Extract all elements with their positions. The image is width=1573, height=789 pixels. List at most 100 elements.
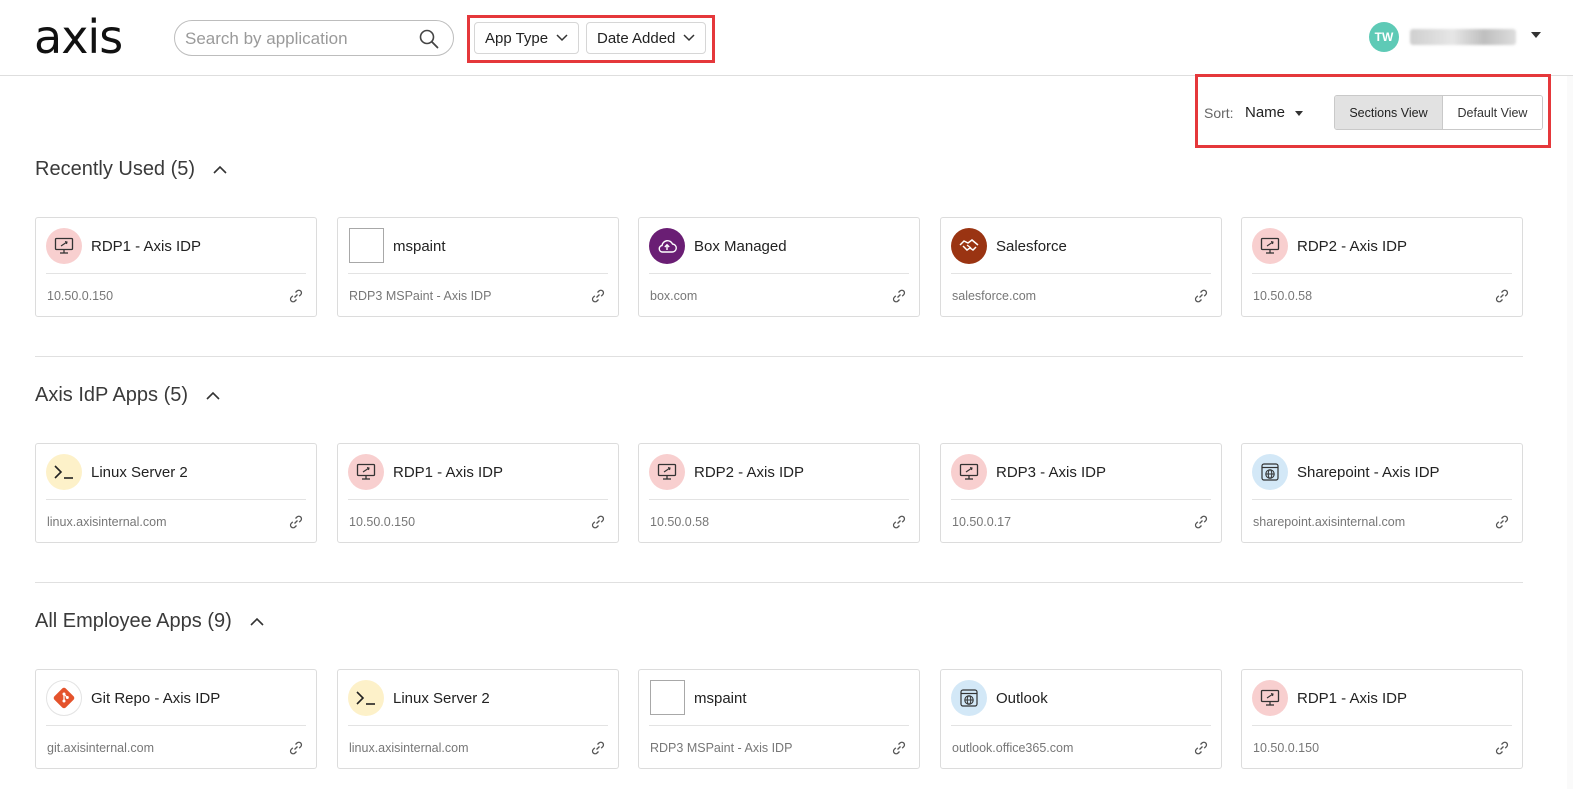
card-divider xyxy=(1252,499,1512,500)
search-input[interactable] xyxy=(185,27,415,51)
chevron-up-icon[interactable] xyxy=(202,385,224,407)
date-added-filter[interactable]: Date Added xyxy=(586,22,707,54)
app-type-filter-label: App Type xyxy=(485,29,549,47)
app-card[interactable]: Outlook outlook.office365.com xyxy=(940,669,1222,769)
app-card[interactable]: RDP3 - Axis IDP 10.50.0.17 xyxy=(940,443,1222,543)
section-header[interactable]: Axis IdP Apps (5) xyxy=(35,384,224,407)
rdp-monitor-icon xyxy=(951,454,987,490)
link-icon[interactable] xyxy=(891,740,907,756)
avatar[interactable]: TW xyxy=(1369,22,1399,52)
cloud-upload-icon xyxy=(649,228,685,264)
link-icon[interactable] xyxy=(590,288,606,304)
app-card-name: RDP2 - Axis IDP xyxy=(694,464,805,481)
link-icon[interactable] xyxy=(590,514,606,530)
app-card-name: Outlook xyxy=(996,690,1048,707)
search-box xyxy=(174,20,454,56)
app-card[interactable]: RDP2 - Axis IDP 10.50.0.58 xyxy=(1241,217,1523,317)
app-card[interactable]: Salesforce salesforce.com xyxy=(940,217,1222,317)
link-icon[interactable] xyxy=(1193,288,1209,304)
axis-logo[interactable]: axis xyxy=(34,12,123,62)
app-card-url: 10.50.0.58 xyxy=(650,515,710,529)
card-divider xyxy=(348,725,608,726)
app-card[interactable]: Git Repo - Axis IDP git.axisinternal.com xyxy=(35,669,317,769)
chevron-up-icon[interactable] xyxy=(246,611,268,633)
card-divider xyxy=(46,499,306,500)
app-card-url: sharepoint.axisinternal.com xyxy=(1253,515,1406,529)
card-divider xyxy=(46,725,306,726)
rdp-monitor-icon xyxy=(348,454,384,490)
link-icon[interactable] xyxy=(1494,740,1510,756)
app-card[interactable]: Box Managed box.com xyxy=(638,217,920,317)
card-divider xyxy=(348,499,608,500)
date-added-filter-label: Date Added xyxy=(597,29,676,47)
rdp-monitor-icon xyxy=(649,454,685,490)
app-card-name: Linux Server 2 xyxy=(393,690,490,707)
broken-image-icon xyxy=(349,228,384,263)
card-divider xyxy=(348,273,608,274)
link-icon[interactable] xyxy=(1193,740,1209,756)
card-divider xyxy=(649,499,909,500)
section-header[interactable]: Recently Used (5) xyxy=(35,158,231,181)
view-toggle: Sections View Default View xyxy=(1334,95,1543,130)
app-card-url: salesforce.com xyxy=(952,289,1037,303)
section-title: Axis IdP Apps (5) xyxy=(35,384,189,406)
caret-down-icon[interactable] xyxy=(1295,111,1303,116)
section-divider xyxy=(35,582,1523,583)
rdp-monitor-icon xyxy=(46,228,82,264)
link-icon[interactable] xyxy=(288,740,304,756)
app-card-name: RDP1 - Axis IDP xyxy=(91,238,202,255)
app-type-filter[interactable]: App Type xyxy=(474,22,580,54)
app-card[interactable]: RDP2 - Axis IDP 10.50.0.58 xyxy=(638,443,920,543)
app-card[interactable]: Sharepoint - Axis IDP sharepoint.axisinte… xyxy=(1241,443,1523,543)
app-card[interactable]: mspaint RDP3 MSPaint - Axis IDP xyxy=(337,217,619,317)
link-icon[interactable] xyxy=(288,288,304,304)
link-icon[interactable] xyxy=(590,740,606,756)
link-icon[interactable] xyxy=(288,514,304,530)
terminal-icon xyxy=(348,680,384,716)
link-icon[interactable] xyxy=(1193,514,1209,530)
app-card-url: outlook.office365.com xyxy=(952,741,1074,755)
app-card-url: 10.50.0.150 xyxy=(1253,741,1320,755)
app-card-url: RDP3 MSPaint - Axis IDP xyxy=(650,741,793,755)
search-icon[interactable] xyxy=(419,29,439,49)
app-card-name: Sharepoint - Axis IDP xyxy=(1297,464,1440,481)
card-divider xyxy=(46,273,306,274)
link-icon[interactable] xyxy=(891,514,907,530)
web-globe-icon xyxy=(951,680,987,716)
app-card[interactable]: Linux Server 2 linux.axisinternal.com xyxy=(337,669,619,769)
app-card[interactable]: RDP1 - Axis IDP 10.50.0.150 xyxy=(1241,669,1523,769)
app-card[interactable]: RDP1 - Axis IDP 10.50.0.150 xyxy=(35,217,317,317)
section-header[interactable]: All Employee Apps (9) xyxy=(35,610,268,633)
app-card-url: linux.axisinternal.com xyxy=(47,515,167,529)
app-card-name: Linux Server 2 xyxy=(91,464,188,481)
app-card[interactable]: RDP1 - Axis IDP 10.50.0.150 xyxy=(337,443,619,543)
card-divider xyxy=(951,273,1211,274)
app-card-name: RDP2 - Axis IDP xyxy=(1297,238,1408,255)
app-card-name: Salesforce xyxy=(996,238,1067,255)
user-name-blurred xyxy=(1410,29,1516,45)
link-icon[interactable] xyxy=(1494,288,1510,304)
app-card-url: 10.50.0.150 xyxy=(349,515,416,529)
chevron-up-icon[interactable] xyxy=(209,159,231,181)
link-icon[interactable] xyxy=(891,288,907,304)
section-divider xyxy=(35,356,1523,357)
app-card-url: 10.50.0.17 xyxy=(952,515,1012,529)
sections-view-button[interactable]: Sections View xyxy=(1335,96,1443,129)
app-card[interactable]: Linux Server 2 linux.axisinternal.com xyxy=(35,443,317,543)
web-globe-icon xyxy=(1252,454,1288,490)
link-icon[interactable] xyxy=(1494,514,1510,530)
app-card-name: mspaint xyxy=(393,238,446,255)
caret-down-icon[interactable] xyxy=(1531,32,1541,38)
app-card-url: RDP3 MSPaint - Axis IDP xyxy=(349,289,492,303)
sort-dropdown[interactable]: Name xyxy=(1245,104,1285,121)
scrollbar[interactable] xyxy=(1567,76,1573,789)
terminal-icon xyxy=(46,454,82,490)
git-icon xyxy=(46,680,82,716)
chevron-down-icon xyxy=(556,34,568,42)
default-view-button[interactable]: Default View xyxy=(1443,96,1542,129)
app-card[interactable]: mspaint RDP3 MSPaint - Axis IDP xyxy=(638,669,920,769)
rdp-monitor-icon xyxy=(1252,228,1288,264)
section-title: Recently Used (5) xyxy=(35,158,196,180)
handshake-icon xyxy=(951,228,987,264)
app-card-name: RDP3 - Axis IDP xyxy=(996,464,1107,481)
